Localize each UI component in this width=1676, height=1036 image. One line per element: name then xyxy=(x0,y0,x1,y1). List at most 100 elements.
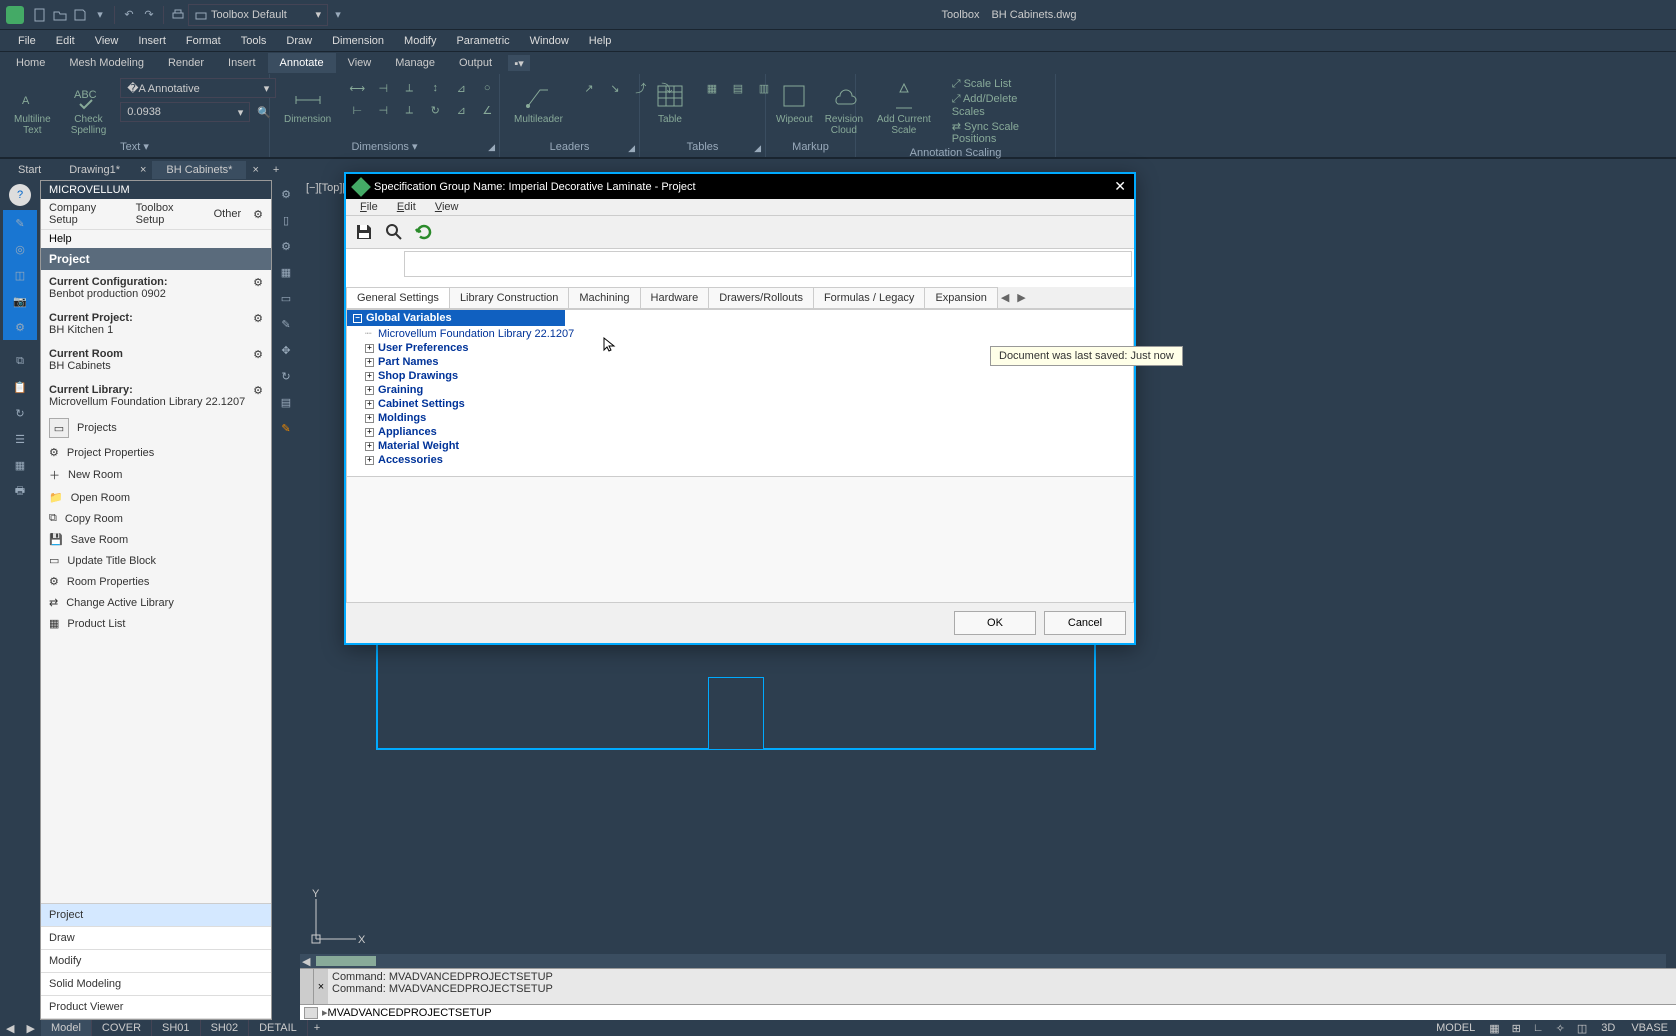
ribtab-output[interactable]: Output xyxy=(447,53,504,73)
ribtab-insert[interactable]: Insert xyxy=(216,53,268,73)
dlg-menu-file[interactable]: File xyxy=(352,199,386,215)
ribtab-annotate[interactable]: Annotate xyxy=(268,53,336,73)
dim-2-icon[interactable]: ⊣ xyxy=(371,78,395,98)
vt-6-icon[interactable]: ✎ xyxy=(274,312,298,336)
menu-dimension[interactable]: Dimension xyxy=(322,32,394,50)
panel-leaders-label[interactable]: Leaders◢ xyxy=(508,139,631,153)
qat-save-icon[interactable] xyxy=(70,5,90,25)
ld-2-icon[interactable]: ↘ xyxy=(603,78,627,98)
vt-2-icon[interactable]: ▯ xyxy=(274,208,298,232)
qat-undo-icon[interactable]: ↶ xyxy=(119,5,139,25)
table-button[interactable]: Table xyxy=(648,78,692,127)
ribtab-manage[interactable]: Manage xyxy=(383,53,447,73)
check-spelling-button[interactable]: ABC Check Spelling xyxy=(65,78,113,138)
btab-modify[interactable]: Modify xyxy=(41,950,271,973)
dlgtab-formulas[interactable]: Formulas / Legacy xyxy=(813,287,925,308)
dlgtab-machining[interactable]: Machining xyxy=(568,287,640,308)
menu-modify[interactable]: Modify xyxy=(394,32,446,50)
status-grid-icon[interactable]: ▦ xyxy=(1483,1022,1505,1035)
panel-menu-other[interactable]: Other xyxy=(214,208,242,220)
btab-viewer[interactable]: Product Viewer xyxy=(41,996,271,1019)
qat-saveas-icon[interactable]: ▾ xyxy=(90,5,110,25)
layout-sh02[interactable]: SH02 xyxy=(201,1020,250,1036)
panel-help[interactable]: Help xyxy=(49,233,72,245)
scale-sync-button[interactable]: ⇄ Sync Scale Positions xyxy=(952,120,1047,145)
app-logo[interactable] xyxy=(6,6,24,24)
status-osnap-icon[interactable]: ◫ xyxy=(1571,1022,1593,1035)
panel-menu-company[interactable]: Company Setup xyxy=(49,202,124,226)
panel-menu-toolbox[interactable]: Toolbox Setup xyxy=(136,202,202,226)
left-pencil-icon[interactable]: ✎ xyxy=(3,210,37,236)
left-help-icon[interactable]: ? xyxy=(9,184,31,206)
menu-parametric[interactable]: Parametric xyxy=(446,32,519,50)
doctab-bhcabinets-close-icon[interactable]: × xyxy=(246,164,264,176)
cmd-grip-icon[interactable] xyxy=(300,969,314,1004)
dim-7-icon[interactable]: ⊢ xyxy=(345,100,369,120)
dim-11-icon[interactable]: ⊿ xyxy=(449,100,473,120)
command-input[interactable]: ▸ MVADVANCEDPROJECTSETUP xyxy=(300,1004,1676,1020)
dim-6-icon[interactable]: ○ xyxy=(475,78,499,98)
tree-item-graining[interactable]: +Graining xyxy=(347,383,1133,397)
action-update-title[interactable]: ▭Update Title Block xyxy=(41,550,271,571)
library-gear-icon[interactable]: ⚙ xyxy=(253,384,263,397)
panel-tables-label[interactable]: Tables◢ xyxy=(648,139,757,153)
menu-format[interactable]: Format xyxy=(176,32,231,50)
vt-8-icon[interactable]: ↻ xyxy=(274,364,298,388)
action-room-props[interactable]: ⚙Room Properties xyxy=(41,571,271,592)
vt-10-icon[interactable]: ✎ xyxy=(274,416,298,440)
dim-12-icon[interactable]: ∠ xyxy=(475,100,499,120)
room-gear-icon[interactable]: ⚙ xyxy=(253,348,263,361)
project-gear-icon[interactable]: ⚙ xyxy=(253,312,263,325)
dialog-tree[interactable]: −Global Variables ┈Microvellum Foundatio… xyxy=(346,309,1134,477)
action-project-props[interactable]: ⚙Project Properties xyxy=(41,442,271,463)
panel-gear-icon[interactable]: ⚙ xyxy=(253,208,263,221)
vt-1-icon[interactable]: ⚙ xyxy=(274,182,298,206)
scale-del-button[interactable]: ⤢ Add/Delete Scales xyxy=(952,93,1047,118)
tree-item-material[interactable]: +Material Weight xyxy=(347,439,1133,453)
status-3d[interactable]: 3D xyxy=(1593,1022,1623,1034)
ribtab-render[interactable]: Render xyxy=(156,53,216,73)
tree-item-accessories[interactable]: +Accessories xyxy=(347,453,1133,467)
status-ortho-icon[interactable]: ∟ xyxy=(1527,1022,1550,1034)
ribtab-add-icon[interactable]: ▪▾ xyxy=(508,55,530,71)
tree-expand-icon[interactable]: + xyxy=(365,372,374,381)
tree-collapse-icon[interactable]: − xyxy=(353,314,362,323)
action-projects[interactable]: ▭Projects xyxy=(41,414,271,442)
status-vbase[interactable]: VBASE xyxy=(1623,1022,1676,1034)
qat-more-icon[interactable]: ▾ xyxy=(328,5,348,25)
menu-window[interactable]: Window xyxy=(520,32,579,50)
action-copy-room[interactable]: ⧉Copy Room xyxy=(41,508,271,529)
text-height-combo[interactable]: 0.0938▾ xyxy=(120,102,250,122)
config-gear-icon[interactable]: ⚙ xyxy=(253,276,263,289)
dlg-menu-edit[interactable]: Edit xyxy=(389,199,424,215)
toolbox-combo[interactable]: Toolbox Default ▾ xyxy=(188,4,328,26)
doctab-add-icon[interactable]: + xyxy=(265,164,287,176)
tree-item-library[interactable]: ┈Microvellum Foundation Library 22.1207 xyxy=(347,326,1133,341)
layout-detail[interactable]: DETAIL xyxy=(249,1020,308,1036)
ribtab-view[interactable]: View xyxy=(336,53,384,73)
scrollbar-thumb[interactable] xyxy=(316,956,376,966)
doctab-drawing1-close-icon[interactable]: × xyxy=(134,164,152,176)
qat-redo-icon[interactable]: ↷ xyxy=(139,5,159,25)
text-style-combo[interactable]: �A Annotative▾ xyxy=(120,78,276,98)
dlgtab-left-icon[interactable]: ◀ xyxy=(997,291,1013,304)
dlg-refresh-icon[interactable] xyxy=(412,220,436,244)
menu-help[interactable]: Help xyxy=(579,32,622,50)
menu-view[interactable]: View xyxy=(85,32,129,50)
dialog-close-icon[interactable]: ✕ xyxy=(1114,178,1126,195)
menu-draw[interactable]: Draw xyxy=(276,32,322,50)
dim-9-icon[interactable]: ⟂ xyxy=(397,100,421,120)
tree-expand-icon[interactable]: + xyxy=(365,414,374,423)
status-snap-icon[interactable]: ⊞ xyxy=(1506,1022,1527,1035)
tree-expand-icon[interactable]: + xyxy=(365,344,374,353)
left-paste-icon[interactable]: 📋 xyxy=(3,374,37,400)
panel-text-label[interactable]: Text ▾ xyxy=(8,138,261,153)
left-grid-icon[interactable]: ▦ xyxy=(3,452,37,478)
qat-new-icon[interactable] xyxy=(30,5,50,25)
ok-button[interactable]: OK xyxy=(954,611,1036,635)
vt-5-icon[interactable]: ▭ xyxy=(274,286,298,310)
status-model[interactable]: MODEL xyxy=(1428,1022,1483,1034)
ribtab-mesh[interactable]: Mesh Modeling xyxy=(57,53,156,73)
qat-print-icon[interactable] xyxy=(168,5,188,25)
dlg-find-icon[interactable] xyxy=(382,220,406,244)
